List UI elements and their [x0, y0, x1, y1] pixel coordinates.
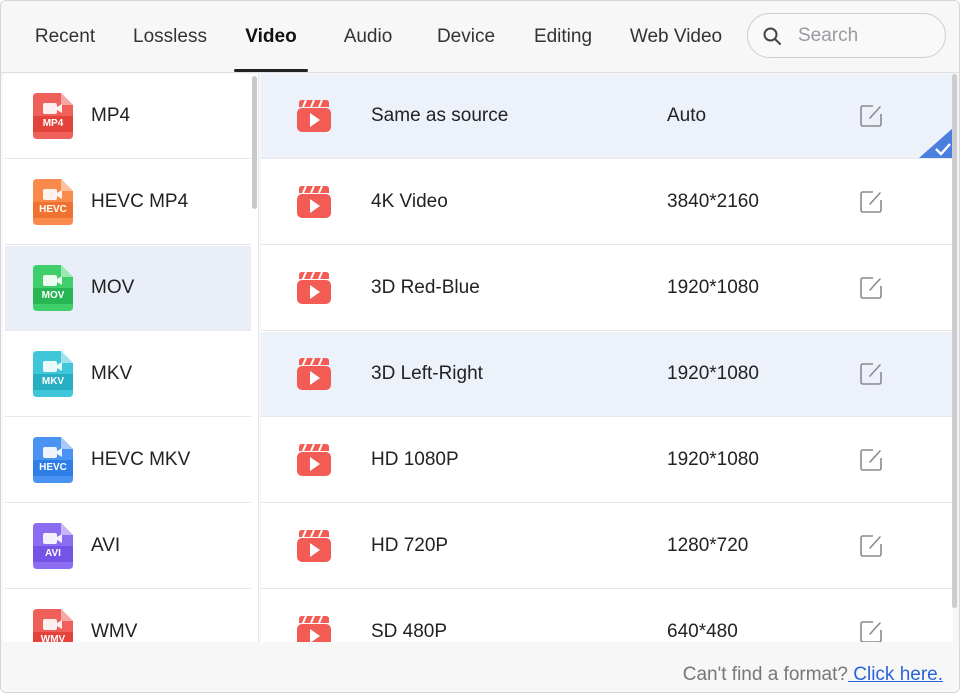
tab-video[interactable]: Video [234, 1, 308, 73]
video-clapper-icon [297, 186, 331, 218]
click-here-link[interactable]: Click here. [848, 664, 943, 685]
tab-editing[interactable]: Editing [525, 1, 601, 73]
preset-row[interactable]: Same as source Auto [261, 74, 953, 159]
format-list: MP4 MP4 HEVC HEVC MP4 MOV MOV MKV MKV HE… [3, 74, 259, 642]
video-clapper-icon [297, 358, 331, 390]
tab-label: Video [245, 26, 297, 47]
format-tag: HEVC [39, 462, 67, 473]
format-item-wmv[interactable]: WMV WMV [5, 590, 251, 642]
tab-label: Web Video [629, 26, 723, 47]
tab-label: Lossless [133, 26, 207, 47]
edit-icon[interactable] [859, 190, 883, 214]
format-item-hevc-mkv[interactable]: HEVC HEVC MKV [5, 418, 251, 503]
video-clapper-icon [297, 100, 331, 132]
edit-icon[interactable] [859, 534, 883, 558]
preset-name: Same as source [371, 105, 509, 126]
preset-name: SD 480P [371, 621, 448, 642]
wmv-file-icon: WMV [33, 609, 73, 642]
tab-lossless[interactable]: Lossless [127, 1, 213, 73]
selected-check-icon [919, 128, 953, 158]
mkv-file-icon: MKV [33, 351, 73, 397]
format-item-avi[interactable]: AVI AVI [5, 504, 251, 589]
format-item-mov[interactable]: MOV MOV [5, 246, 251, 331]
format-name: HEVC MP4 [91, 191, 189, 212]
preset-resolution: 1920*1080 [667, 449, 759, 470]
video-clapper-icon [297, 444, 331, 476]
format-item-mkv[interactable]: MKV MKV [5, 332, 251, 417]
preset-row[interactable]: 4K Video 3840*2160 [261, 160, 953, 245]
active-tab-indicator [234, 69, 308, 72]
format-dialog: Recent Lossless Video Audio Device Editi… [0, 0, 960, 693]
preset-resolution: 1920*1080 [667, 363, 759, 384]
format-tab-bar: Recent Lossless Video Audio Device Editi… [1, 1, 959, 73]
tab-web-video[interactable]: Web Video [621, 1, 731, 73]
tab-label: Recent [34, 26, 96, 47]
avi-file-icon: AVI [33, 523, 73, 569]
footer-message: Can't find a format? Click here. [683, 664, 943, 686]
format-list-scrollbar[interactable] [252, 76, 257, 209]
format-name: WMV [91, 621, 138, 642]
preset-row[interactable]: HD 1080P 1920*1080 [261, 418, 953, 503]
video-clapper-icon [297, 616, 331, 642]
preset-resolution: Auto [667, 105, 707, 126]
edit-icon[interactable] [859, 276, 883, 300]
format-tag: HEVC [39, 204, 67, 215]
tab-device[interactable]: Device [429, 1, 503, 73]
format-name: AVI [91, 535, 121, 556]
search-icon [763, 27, 781, 45]
mov-file-icon: MOV [33, 265, 73, 311]
format-name: MP4 [91, 105, 131, 126]
preset-resolution: 1920*1080 [667, 277, 759, 298]
edit-icon[interactable] [859, 362, 883, 386]
format-tag: WMV [40, 634, 66, 642]
tab-label: Editing [533, 26, 593, 47]
mp4-file-icon: MP4 [33, 93, 73, 139]
hevc-mkv-file-icon: HEVC [33, 437, 73, 483]
format-tag: MKV [41, 376, 65, 387]
preset-row[interactable]: HD 720P 1280*720 [261, 504, 953, 589]
preset-resolution: 3840*2160 [667, 191, 759, 212]
preset-name: 3D Red-Blue [371, 277, 480, 298]
format-item-hevc-mp4[interactable]: HEVC HEVC MP4 [5, 160, 251, 245]
format-tag: MP4 [42, 118, 64, 129]
edit-icon[interactable] [859, 620, 883, 642]
format-tag: MOV [41, 290, 65, 301]
preset-resolution: 1280*720 [667, 535, 749, 556]
edit-icon[interactable] [859, 448, 883, 472]
video-clapper-icon [297, 272, 331, 304]
preset-row[interactable]: 3D Red-Blue 1920*1080 [261, 246, 953, 331]
preset-name: 3D Left-Right [371, 363, 483, 384]
tab-audio[interactable]: Audio [333, 1, 403, 73]
preset-row[interactable]: 3D Left-Right 1920*1080 [261, 332, 953, 417]
search-box[interactable] [747, 13, 946, 58]
preset-list-scrollbar[interactable] [952, 74, 957, 608]
footer-text: Can't find a format? [682, 664, 848, 685]
preset-name: HD 1080P [371, 449, 459, 470]
format-name: MKV [91, 363, 133, 384]
preset-row[interactable]: SD 480P 640*480 [261, 590, 953, 642]
hevc-mp4-file-icon: HEVC [33, 179, 73, 225]
tab-label: Device [436, 26, 496, 47]
dialog-footer: Can't find a format? Click here. [1, 642, 959, 692]
preset-name: HD 720P [371, 535, 449, 556]
preset-list: Same as source Auto 4K Video 3840*2160 3… [261, 74, 953, 642]
search-input[interactable] [798, 24, 938, 47]
tab-recent[interactable]: Recent [25, 1, 105, 73]
preset-name: 4K Video [371, 191, 448, 212]
format-item-mp4[interactable]: MP4 MP4 [5, 74, 251, 159]
format-name: MOV [91, 277, 135, 298]
preset-resolution: 640*480 [667, 621, 738, 642]
tab-label: Audio [343, 26, 393, 47]
edit-icon[interactable] [859, 104, 883, 128]
video-clapper-icon [297, 530, 331, 562]
format-tag: AVI [45, 548, 61, 559]
format-name: HEVC MKV [91, 449, 191, 470]
